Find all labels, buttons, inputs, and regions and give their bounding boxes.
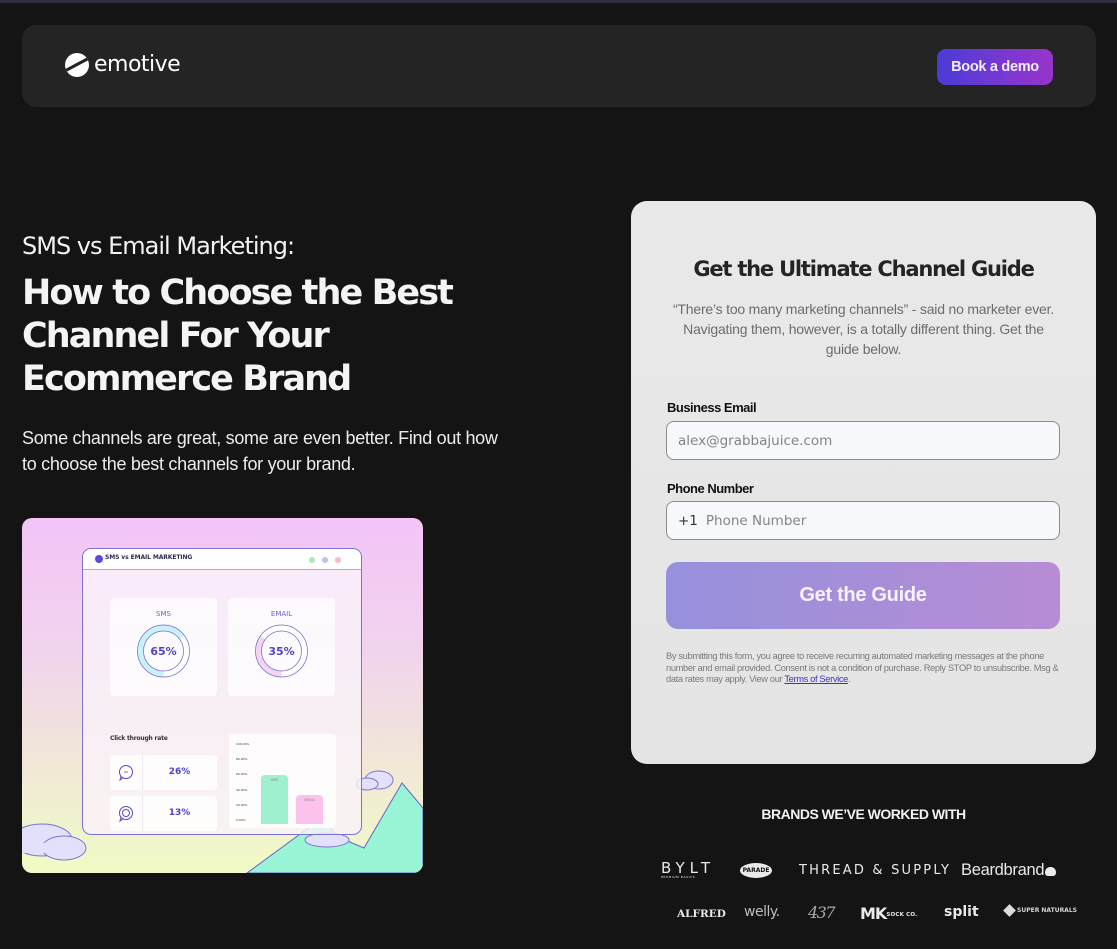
mock-dashboard-window: SMS vs EMAIL MARKETING SMS 65% EMAIL 35%…	[82, 548, 362, 835]
browser-top-edge	[0, 0, 1117, 3]
legal-text: By submitting this form, you agree to re…	[666, 651, 1059, 684]
brand-logo-thread-supply: THREAD & SUPPLY	[799, 863, 952, 878]
form-title: Get the Ultimate Channel Guide	[693, 257, 1035, 281]
site-header: emotive Book a demo	[22, 25, 1096, 107]
brand-name: BYLT	[661, 859, 716, 877]
super-naturals-mark-icon	[1003, 904, 1016, 917]
guide-form-card: Get the Ultimate Channel Guide “There’s …	[631, 201, 1096, 764]
brand-logo-parade: PARADE	[740, 863, 772, 878]
brand-name: Beardbrand	[961, 861, 1045, 879]
legal-disclaimer: By submitting this form, you agree to re…	[666, 651, 1066, 686]
ctr-row-sms: 26%	[110, 755, 217, 790]
bar-label: EMAIL	[304, 798, 315, 803]
bar-label: SMS	[270, 777, 279, 782]
terms-of-service-link[interactable]: Terms of Service	[784, 674, 848, 684]
hero-title-line: How to Choose the Best	[22, 273, 454, 313]
ring-value: 35%	[268, 645, 295, 658]
brand-logo-alfred: ALFRED	[677, 908, 726, 920]
brand-logo-bylt: BYLT PREMIUM BASICS	[661, 859, 716, 880]
hero-eyebrow: SMS vs Email Marketing:	[22, 232, 295, 260]
mock-logo-icon	[95, 555, 103, 563]
email-ring-card: EMAIL 35%	[228, 598, 335, 696]
legal-end: .	[848, 674, 851, 684]
cloud-bottom	[304, 832, 350, 848]
phone-label: Phone Number	[667, 481, 754, 496]
window-dot-green	[309, 557, 315, 563]
email-label: Business Email	[667, 400, 757, 415]
brand-logo-welly: welly.	[744, 904, 780, 920]
brand-tagline: SOCK CO.	[886, 912, 918, 918]
sms-ring-card: SMS 65%	[110, 598, 217, 696]
y-tick-label: 100.00%	[236, 742, 250, 746]
ctr-row-email: 13%	[110, 796, 217, 831]
y-tick-label: 80.00%	[236, 757, 248, 762]
email-field-wrapper	[666, 421, 1060, 460]
brand-logo-split: split	[944, 904, 979, 920]
hero-title-line: Ecommerce Brand	[22, 359, 352, 399]
brand-logo-437: 437	[808, 903, 836, 922]
emotive-logo[interactable]: emotive	[65, 52, 181, 77]
phone-field-wrapper: +1	[666, 501, 1060, 540]
ring-value: 65%	[150, 645, 177, 658]
bar-email: EMAIL	[296, 795, 323, 824]
y-tick-label: 20.00%	[236, 802, 248, 807]
country-code-prefix[interactable]: +1	[678, 513, 698, 529]
window-dot-blue	[322, 557, 328, 563]
ctr-value: 13%	[168, 808, 191, 818]
y-tick-label: 40.00%	[236, 787, 248, 792]
y-tick-label: 0.00%	[236, 818, 246, 822]
beardbrand-mark-icon	[1045, 867, 1057, 876]
hero-title: How to Choose the Best Channel For Your …	[22, 272, 522, 401]
phone-number-input[interactable]	[705, 512, 1059, 529]
brand-logo-beardbrand: Beardbrand	[961, 861, 1057, 880]
hero-title-line: Channel For Your	[22, 316, 330, 356]
brand-logo-mk-sock: MKSOCK CO.	[860, 904, 917, 923]
chat-bubble-icon	[119, 765, 133, 782]
y-tick-label: 60.00%	[236, 772, 248, 777]
bar-sms: SMS	[261, 774, 288, 824]
at-sign-icon	[119, 806, 133, 823]
mock-window-title: SMS vs EMAIL MARKETING	[105, 554, 193, 561]
mock-window-titlebar: SMS vs EMAIL MARKETING	[83, 549, 361, 570]
brand-logo-super-naturals: SUPER NATURALS	[1003, 904, 1077, 917]
brand-name: MK	[860, 904, 887, 923]
hero-illustration: SMS vs EMAIL MARKETING SMS 65% EMAIL 35%…	[22, 518, 423, 873]
book-demo-button[interactable]: Book a demo	[937, 49, 1053, 85]
hero-subtitle: Some channels are great, some are even b…	[22, 428, 498, 474]
ctr-bar-chart: 100.00% 80.00% 60.00% 40.00% 20.00% 0.00% SMS E…	[229, 734, 336, 828]
logo-text: emotive	[94, 52, 181, 77]
business-email-input[interactable]	[678, 432, 1059, 449]
brand-name: SUPER NATURALS	[1017, 906, 1077, 914]
window-dot-pink	[335, 557, 341, 563]
brands-title: BRANDS WE’VE WORKED WITH	[761, 806, 966, 822]
emotive-logo-icon	[65, 52, 89, 77]
get-guide-button[interactable]: Get the Guide	[666, 562, 1060, 629]
form-description: “There’s too many marketing channels” - …	[672, 301, 1055, 357]
ctr-value: 26%	[168, 767, 191, 777]
cloud-left	[22, 823, 87, 861]
ctr-label: Click through rate	[110, 735, 168, 742]
